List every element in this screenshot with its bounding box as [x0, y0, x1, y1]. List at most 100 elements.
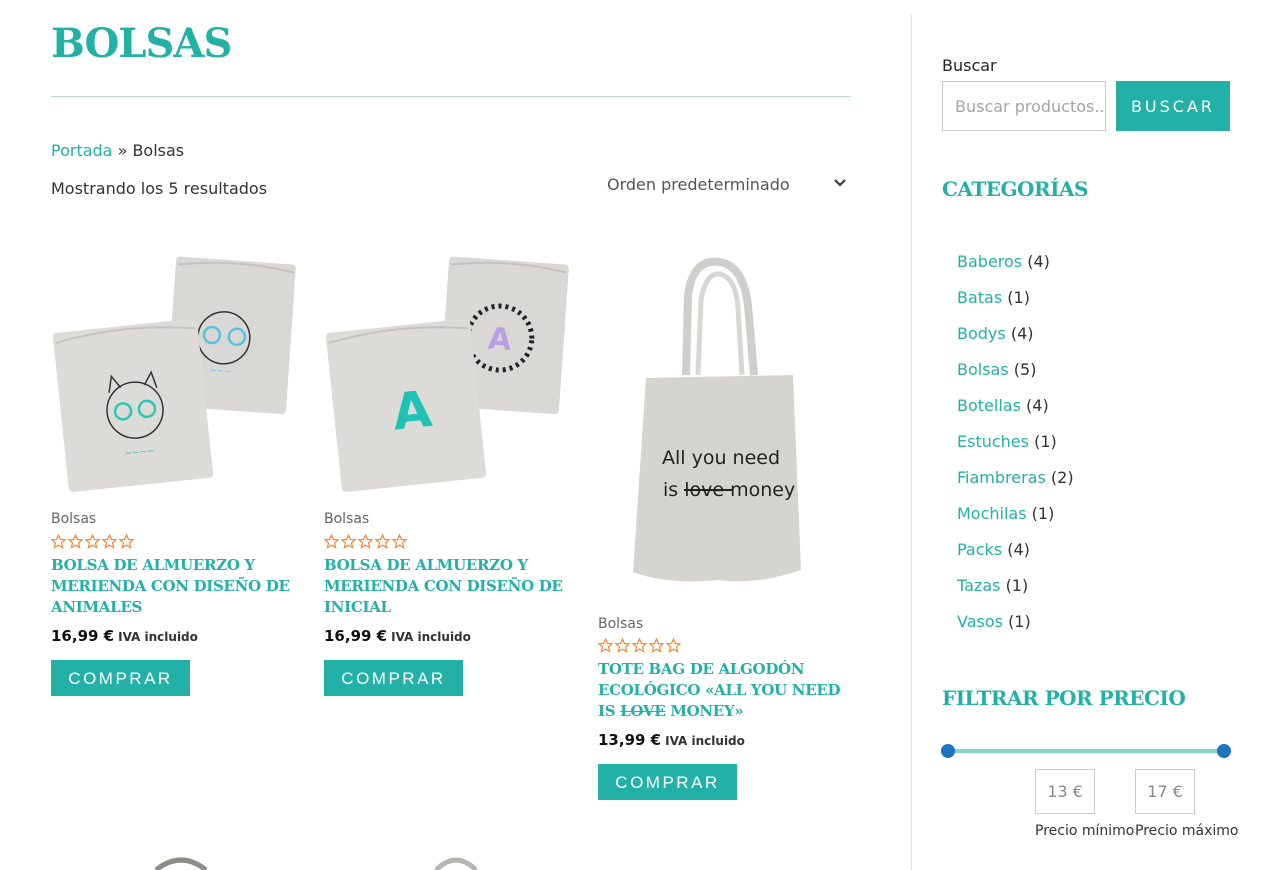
star-icon — [358, 534, 373, 549]
product-price: 16,99 € IVA incluido — [51, 627, 198, 645]
category-count: (2) — [1050, 468, 1074, 487]
star-icon — [666, 638, 681, 653]
category-link[interactable]: Tazas — [957, 576, 1000, 595]
category-item: Baberos (4) — [957, 252, 1074, 288]
result-count: Mostrando los 5 resultados — [51, 179, 268, 198]
product-title[interactable]: BOLSA DE ALMUERZO Y MERIENDA CON DISEÑO … — [51, 555, 296, 618]
product-title[interactable]: TOTE BAG DE ALGODÓN ECOLÓGICO «ALL YOU N… — [598, 659, 843, 722]
category-link[interactable]: Vasos — [957, 612, 1003, 631]
category-count: (1) — [1008, 612, 1031, 631]
price-slider-min-handle[interactable] — [941, 744, 955, 758]
add-to-cart-button[interactable]: COMPRAR — [598, 764, 737, 800]
tote-print-word-is: is — [663, 479, 678, 501]
sidebar-divider — [911, 14, 912, 870]
price-tax-note: IVA incluido — [391, 630, 471, 644]
page-title: BOLSAS — [51, 20, 232, 67]
product-price: 16,99 € IVA incluido — [324, 627, 471, 645]
category-link[interactable]: Mochilas — [957, 504, 1027, 523]
main-content: BOLSAS Portada » Bolsas Mostrando los 5 … — [51, 0, 851, 870]
product-category: Bolsas — [598, 616, 644, 632]
price-slider-max-handle[interactable] — [1217, 744, 1231, 758]
category-item: Tazas (1) — [957, 576, 1074, 612]
category-count: (4) — [1026, 396, 1049, 415]
star-icon — [102, 534, 117, 549]
price-amount: 16,99 € — [324, 627, 388, 645]
star-icon — [632, 638, 647, 653]
product-title-text: MONEY» — [665, 702, 744, 720]
product-card: All you need is love money Bolsas TOTE B… — [598, 250, 843, 810]
svg-text:A: A — [390, 380, 435, 442]
product-card: ~~~ ~~~~ Bolsas BOLSA DE ALMUERZO Y MERI… — [51, 250, 296, 710]
category-count: (1) — [1005, 576, 1029, 595]
star-icon — [392, 534, 407, 549]
product-category: Bolsas — [51, 511, 97, 527]
breadcrumb-separator: » — [112, 141, 133, 160]
chevron-down-icon — [834, 179, 846, 187]
category-link[interactable]: Baberos — [957, 252, 1022, 271]
star-icon — [375, 534, 390, 549]
categories-title: CATEGORÍAS — [942, 177, 1088, 201]
category-count: (4) — [1007, 540, 1030, 559]
price-max-input[interactable]: 17 € — [1135, 769, 1195, 814]
category-item: Batas (1) — [957, 288, 1074, 324]
category-link[interactable]: Bodys — [957, 324, 1006, 343]
product-image[interactable]: A A — [324, 250, 569, 495]
price-amount: 16,99 € — [51, 627, 115, 645]
star-icon — [649, 638, 664, 653]
category-count: (4) — [1027, 252, 1050, 271]
star-icon — [51, 534, 66, 549]
svg-text:A: A — [487, 321, 513, 358]
category-count: (1) — [1034, 432, 1057, 451]
product-price: 13,99 € IVA incluido — [598, 731, 745, 749]
star-icon — [598, 638, 613, 653]
category-link[interactable]: Batas — [957, 288, 1002, 307]
search-input[interactable] — [942, 81, 1106, 131]
product-card: A A Bolsas BOLSA DE ALMUERZO Y MERIENDA … — [324, 250, 569, 710]
star-icon — [341, 534, 356, 549]
star-icon — [615, 638, 630, 653]
category-link[interactable]: Botellas — [957, 396, 1021, 415]
svg-text:~~~: ~~~ — [209, 366, 232, 378]
category-count: (1) — [1031, 504, 1055, 523]
sidebar: Buscar BUSCAR CATEGORÍAS Baberos (4)Bata… — [941, 0, 1242, 870]
category-item: Botellas (4) — [957, 396, 1074, 432]
price-slider-track[interactable] — [948, 749, 1224, 753]
category-item: Packs (4) — [957, 540, 1074, 576]
product-image[interactable]: ~~~ ~~~~ — [51, 250, 296, 495]
search-button[interactable]: BUSCAR — [1116, 81, 1230, 131]
category-link[interactable]: Packs — [957, 540, 1002, 559]
product-image-partial[interactable] — [151, 855, 211, 870]
tote-print-word-money: money — [730, 479, 795, 501]
category-item: Bolsas (5) — [957, 360, 1074, 396]
product-title[interactable]: BOLSA DE ALMUERZO Y MERIENDA CON DISEÑO … — [324, 555, 569, 618]
category-item: Bodys (4) — [957, 324, 1074, 360]
add-to-cart-button[interactable]: COMPRAR — [51, 660, 190, 696]
category-count: (5) — [1013, 360, 1037, 379]
category-link[interactable]: Estuches — [957, 432, 1029, 451]
category-count: (4) — [1010, 324, 1034, 343]
star-rating — [51, 534, 134, 549]
category-link[interactable]: Bolsas — [957, 360, 1009, 379]
title-divider — [51, 96, 851, 97]
category-link[interactable]: Fiambreras — [957, 468, 1046, 487]
breadcrumb-home-link[interactable]: Portada — [51, 141, 112, 160]
category-item: Fiambreras (2) — [957, 468, 1074, 504]
price-amount: 13,99 € — [598, 731, 662, 749]
product-image-partial[interactable] — [426, 855, 486, 870]
price-tax-note: IVA incluido — [118, 630, 198, 644]
category-list: Baberos (4) Batas (1) Bodys (4) Bolsas (5) B… — [957, 252, 1074, 648]
breadcrumb-current: Bolsas — [132, 141, 185, 160]
price-min-label: Precio mínimo — [1035, 823, 1135, 839]
star-icon — [68, 534, 83, 549]
add-to-cart-button[interactable]: COMPRAR — [324, 660, 463, 696]
orderby-value: Orden predeterminado — [607, 175, 790, 194]
tote-print-line-1: All you need — [662, 447, 780, 469]
price-filter-title: FILTRAR POR PRECIO — [942, 686, 1186, 710]
breadcrumb: Portada » Bolsas — [51, 141, 184, 160]
product-image[interactable]: All you need is love money — [598, 250, 843, 590]
orderby-select[interactable]: Orden predeterminado — [596, 172, 851, 198]
star-rating — [324, 534, 407, 549]
category-item: Estuches (1) — [957, 432, 1074, 468]
price-min-input[interactable]: 13 € — [1035, 769, 1095, 814]
category-count: (1) — [1007, 288, 1030, 307]
